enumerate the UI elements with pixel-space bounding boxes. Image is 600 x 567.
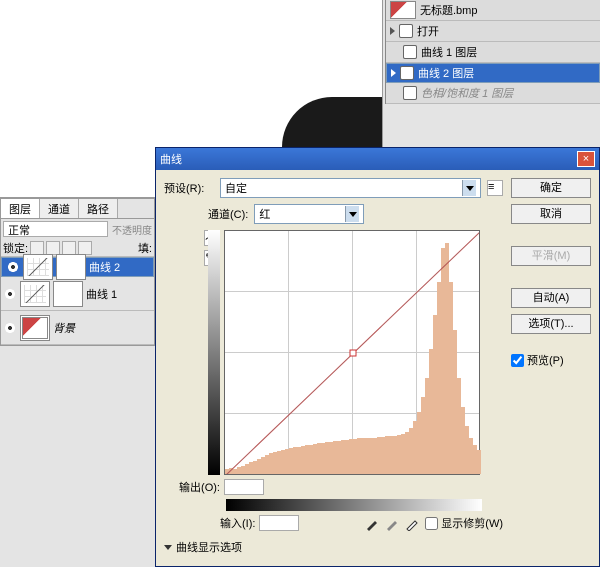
file-item-layer[interactable]: 曲线 1 图层	[386, 42, 600, 63]
page-icon	[403, 86, 417, 100]
layer-item[interactable]: 曲线 1	[1, 277, 154, 311]
layer-mask[interactable]	[53, 281, 83, 307]
page-icon	[399, 24, 413, 38]
preview-checkbox[interactable]: 预览(P)	[511, 352, 591, 368]
file-name: 无标题.bmp	[420, 2, 477, 18]
file-browser-panel: 无标题.bmp 打开 曲线 1 图层 曲线 2 图层 色相/饱和度 1 图层	[385, 0, 600, 104]
file-item-layer-disabled: 色相/饱和度 1 图层	[386, 83, 600, 104]
input-label: 输入(I):	[220, 515, 255, 531]
output-input[interactable]	[224, 479, 264, 495]
expand-icon	[390, 27, 395, 35]
file-label: 打开	[417, 23, 439, 39]
lock-pixels-icon[interactable]	[30, 241, 44, 255]
blend-mode-select[interactable]: 正常	[3, 221, 108, 237]
preset-menu-icon[interactable]: ≡	[487, 180, 503, 196]
tab-channels[interactable]: 通道	[40, 199, 79, 218]
dialog-title: 曲线	[160, 151, 182, 167]
fill-label: 填:	[138, 240, 152, 256]
output-label: 输出(O):	[164, 479, 220, 495]
layer-name: 曲线 2	[89, 259, 120, 275]
dropdown-icon	[345, 206, 359, 222]
file-thumbnail	[390, 1, 416, 19]
layer-item-background[interactable]: 背景	[1, 311, 154, 345]
file-label: 曲线 1 图层	[421, 44, 477, 60]
ok-button[interactable]: 确定	[511, 178, 591, 198]
tab-paths[interactable]: 路径	[79, 199, 118, 218]
preset-select[interactable]: 自定	[220, 178, 481, 198]
channel-select[interactable]: 红	[254, 204, 364, 224]
layer-thumbnail	[20, 315, 50, 341]
visibility-icon[interactable]	[3, 287, 17, 301]
dialog-titlebar[interactable]: 曲线 ×	[156, 148, 599, 170]
page-icon	[400, 66, 414, 80]
visibility-icon[interactable]	[6, 260, 20, 274]
curves-dialog: 曲线 × 预设(R): 自定 ≡ 通道(C): 红 〜	[155, 147, 600, 567]
layer-item-selected[interactable]: 曲线 2	[1, 257, 154, 277]
file-label: 色相/饱和度 1 图层	[421, 85, 513, 101]
layer-mask[interactable]	[56, 254, 86, 280]
file-label: 曲线 2 图层	[418, 65, 474, 81]
show-clipping-checkbox[interactable]: 显示修剪(W)	[425, 515, 503, 531]
input-gradient	[226, 499, 482, 511]
panel-tabs: 图层 通道 路径	[1, 199, 154, 219]
file-item[interactable]: 无标题.bmp	[386, 0, 600, 21]
options-button[interactable]: 选项(T)...	[511, 314, 591, 334]
lock-move-icon[interactable]	[62, 241, 76, 255]
layer-thumbnail	[20, 281, 50, 307]
eyedropper-black-icon[interactable]	[365, 515, 381, 531]
file-item-layer-selected[interactable]: 曲线 2 图层	[386, 63, 600, 83]
tab-layers[interactable]: 图层	[1, 199, 40, 218]
curve-display-options-toggle[interactable]: 曲线显示选项	[164, 539, 503, 555]
eyedropper-white-icon[interactable]	[405, 515, 421, 531]
file-item-open[interactable]: 打开	[386, 21, 600, 42]
auto-button[interactable]: 自动(A)	[511, 288, 591, 308]
cancel-button[interactable]: 取消	[511, 204, 591, 224]
output-gradient	[208, 230, 220, 475]
chevron-down-icon	[164, 545, 172, 550]
eyedropper-gray-icon[interactable]	[385, 515, 401, 531]
smooth-button: 平滑(M)	[511, 246, 591, 266]
visibility-icon[interactable]	[3, 321, 17, 335]
lock-all-icon[interactable]	[78, 241, 92, 255]
layers-panel: 图层 通道 路径 正常 不透明度 锁定: 填: 曲线 2 曲线 1 背景	[0, 198, 155, 346]
input-input[interactable]	[259, 515, 299, 531]
layer-name: 曲线 1	[86, 286, 117, 302]
layer-thumbnail	[23, 254, 53, 280]
curves-graph[interactable]	[224, 230, 480, 475]
channel-label: 通道(C):	[208, 206, 248, 222]
layer-name: 背景	[53, 320, 75, 336]
opacity-label: 不透明度	[112, 222, 152, 237]
preset-label: 预设(R):	[164, 180, 214, 196]
curve-line	[225, 231, 479, 474]
page-icon	[403, 45, 417, 59]
lock-brush-icon[interactable]	[46, 241, 60, 255]
close-button[interactable]: ×	[577, 151, 595, 167]
dropdown-icon	[462, 180, 476, 196]
expand-icon	[391, 69, 396, 77]
